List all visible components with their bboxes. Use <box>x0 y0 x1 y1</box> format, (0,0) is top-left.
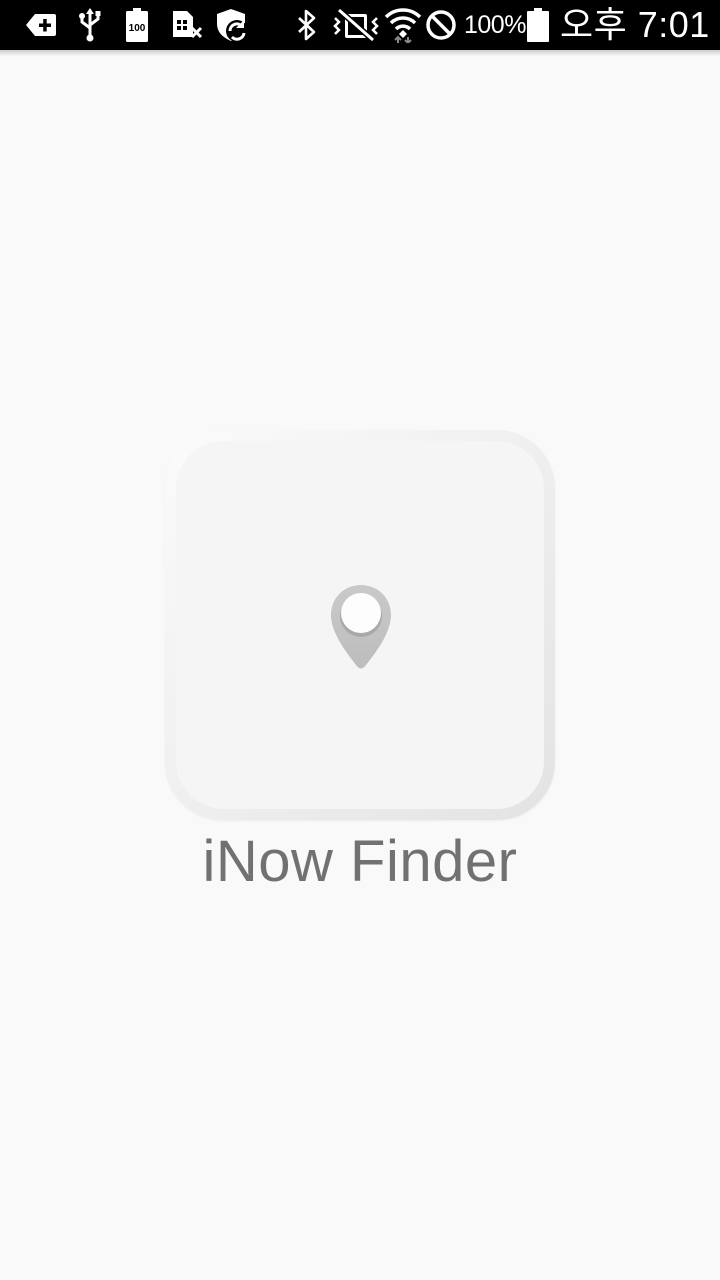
battery-percentage: 100% <box>464 11 526 39</box>
wifi-icon <box>384 7 422 43</box>
battery-icon <box>526 7 550 43</box>
app-name: iNow Finder <box>202 829 518 894</box>
battery-full-100-icon: 100 <box>124 7 150 43</box>
splash-screen: iNow Finder <box>0 50 720 1280</box>
sim-card-off-icon <box>170 7 204 43</box>
app-icon-tile <box>165 430 555 820</box>
usb-icon <box>76 7 104 43</box>
do-not-disturb-icon <box>424 7 458 43</box>
shield-sync-icon <box>214 7 252 43</box>
status-bar: 100 100% 오후 7:01 <box>0 0 720 56</box>
location-pin-icon <box>331 585 391 669</box>
bluetooth-icon <box>294 7 320 43</box>
back-badge-icon <box>24 7 58 43</box>
status-clock: 오후 7:01 <box>560 4 710 45</box>
svg-text:100: 100 <box>129 23 146 34</box>
vibrate-off-icon <box>332 7 380 43</box>
